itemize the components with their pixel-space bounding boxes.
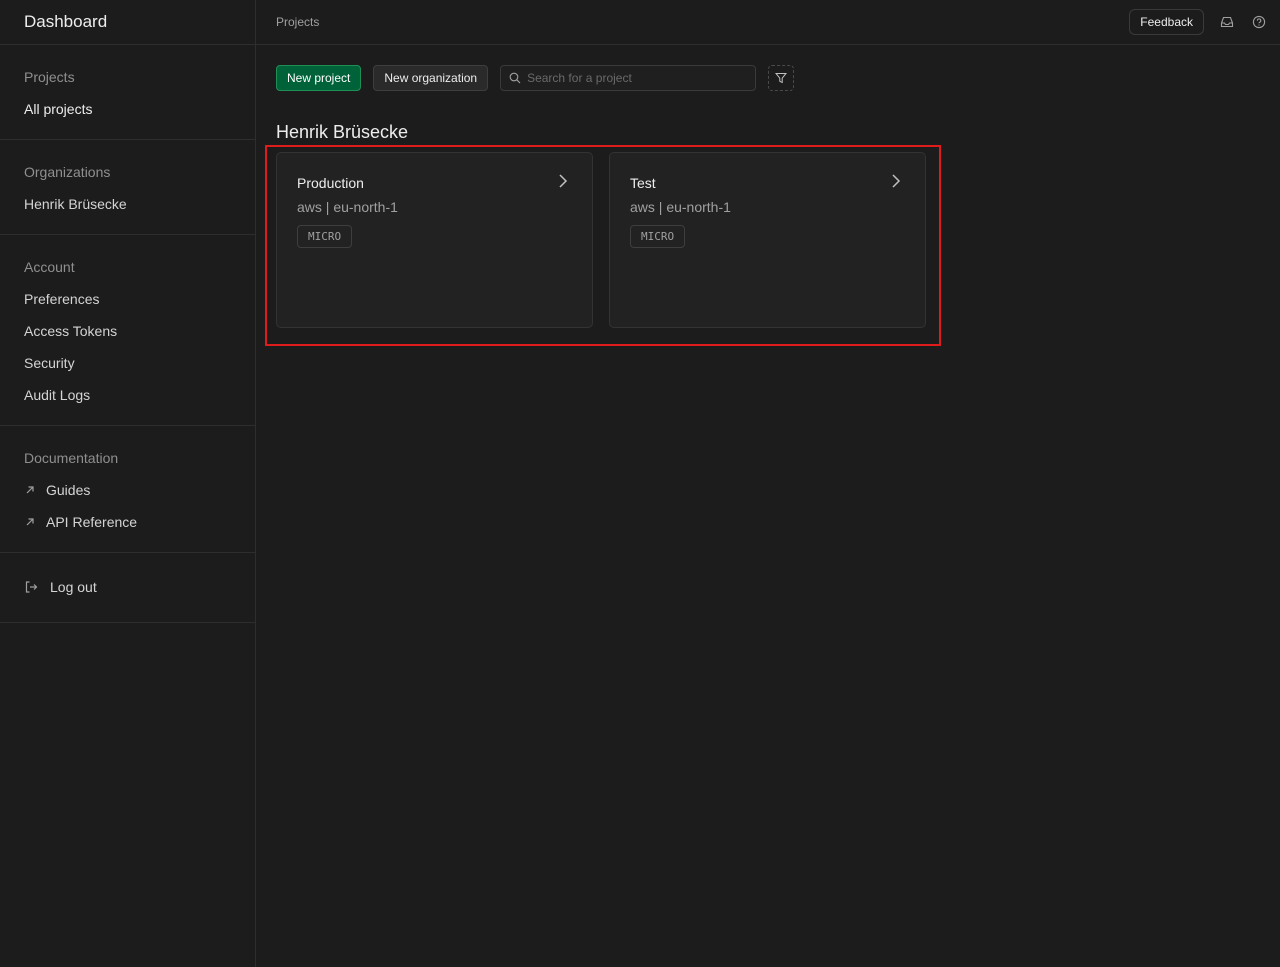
project-region: aws | eu-north-1	[630, 199, 731, 215]
sidebar-item-label: Preferences	[24, 291, 100, 307]
sidebar: Dashboard Projects All projects Organiza…	[0, 0, 256, 967]
chevron-right-icon	[889, 173, 903, 189]
new-organization-button[interactable]: New organization	[373, 65, 489, 91]
sidebar-item-all-projects[interactable]: All projects	[0, 93, 255, 125]
instance-size-badge: MICRO	[297, 225, 353, 248]
sidebar-item-api-reference[interactable]: API Reference	[0, 506, 255, 538]
logout-icon	[24, 580, 38, 594]
project-card[interactable]: Test aws | eu-north-1 MICRO	[609, 152, 926, 328]
sidebar-section-projects: Projects All projects	[0, 45, 255, 140]
sidebar-section-documentation: Documentation Guides API Reference	[0, 426, 255, 553]
content: New project New organization Henrik Brüs…	[256, 45, 1280, 348]
help-icon[interactable]	[1250, 13, 1268, 31]
sidebar-heading-account: Account	[24, 259, 75, 275]
sidebar-heading-projects: Projects	[24, 69, 75, 85]
filter-button[interactable]	[768, 65, 795, 91]
project-name: Production	[297, 175, 364, 191]
search-icon	[509, 72, 521, 84]
sidebar-item-label: Henrik Brüsecke	[24, 196, 127, 212]
project-region: aws | eu-north-1	[297, 199, 398, 215]
sidebar-item-label: All projects	[24, 101, 93, 117]
logout-button[interactable]: Log out	[0, 571, 255, 603]
sidebar-item-label: Guides	[46, 482, 91, 498]
sidebar-item-audit-logs[interactable]: Audit Logs	[0, 379, 255, 411]
breadcrumb[interactable]: Projects	[276, 15, 319, 29]
sidebar-item-guides[interactable]: Guides	[0, 474, 255, 506]
external-link-icon	[24, 516, 36, 528]
feedback-button[interactable]: Feedback	[1129, 9, 1204, 35]
sidebar-item-security[interactable]: Security	[0, 347, 255, 379]
search-box	[500, 65, 757, 91]
main-panel: Projects Feedback New project New organi…	[256, 0, 1280, 967]
sidebar-section-logout: Log out	[0, 553, 255, 623]
sidebar-header: Dashboard	[0, 0, 255, 45]
app-root: Dashboard Projects All projects Organiza…	[0, 0, 1280, 967]
top-actions: Feedback	[1129, 9, 1268, 35]
sidebar-item-access-tokens[interactable]: Access Tokens	[0, 315, 255, 347]
external-link-icon	[24, 484, 36, 496]
new-project-button[interactable]: New project	[276, 65, 362, 91]
project-name: Test	[630, 175, 656, 191]
sidebar-item-preferences[interactable]: Preferences	[0, 283, 255, 315]
chevron-right-icon	[556, 173, 570, 189]
sidebar-item-label: Security	[24, 355, 75, 371]
sidebar-item-organization[interactable]: Henrik Brüsecke	[0, 188, 255, 220]
sidebar-item-label: API Reference	[46, 514, 138, 530]
topbar: Projects Feedback	[256, 0, 1280, 45]
sidebar-heading-organizations: Organizations	[24, 164, 111, 180]
project-cards: Production aws | eu-north-1 MICRO Test a…	[276, 152, 1260, 328]
logout-label: Log out	[50, 579, 97, 595]
inbox-icon[interactable]	[1218, 13, 1236, 31]
sidebar-item-label: Access Tokens	[24, 323, 118, 339]
search-input[interactable]	[527, 71, 748, 85]
organization-title: Henrik Brüsecke	[276, 122, 409, 142]
app-title: Dashboard	[24, 12, 108, 31]
sidebar-section-account: Account Preferences Access Tokens Securi…	[0, 235, 255, 426]
sidebar-section-organizations: Organizations Henrik Brüsecke	[0, 140, 255, 235]
instance-size-badge: MICRO	[630, 225, 686, 248]
sidebar-item-label: Audit Logs	[24, 387, 91, 403]
projects-toolbar: New project New organization	[276, 65, 1260, 91]
sidebar-heading-documentation: Documentation	[24, 450, 119, 466]
filter-icon	[775, 72, 788, 84]
project-card[interactable]: Production aws | eu-north-1 MICRO	[276, 152, 593, 328]
